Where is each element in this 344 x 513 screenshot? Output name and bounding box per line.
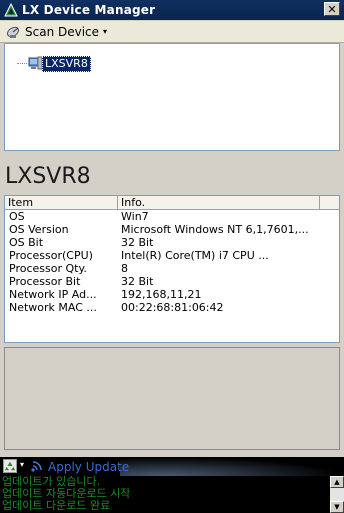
item-cell: Processor(CPU): [9, 249, 93, 262]
item-cell: Network MAC ...: [9, 301, 97, 314]
item-cell: Network IP Ad...: [9, 288, 97, 301]
info-cell: 32 Bit: [121, 275, 154, 288]
app-logo-icon: [4, 3, 18, 17]
close-button[interactable]: ✕: [324, 2, 340, 16]
item-cell: OS Bit: [9, 236, 44, 249]
column-header-info[interactable]: Info.: [118, 196, 320, 210]
item-cell: OS: [9, 210, 25, 223]
recycle-icon[interactable]: [3, 459, 17, 473]
scan-device-label: Scan Device: [25, 24, 100, 39]
column-header-filler: [320, 196, 339, 210]
scroll-up-button[interactable]: ▲: [330, 476, 344, 488]
chevron-down-icon[interactable]: ▾: [20, 460, 24, 469]
wireless-signal-icon: [31, 461, 42, 472]
update-log: 업데이트가 있습니다. 업데이트 자동다운로드 시작 업데이트 다운로드 완료 …: [0, 476, 344, 513]
info-cell: 32 Bit: [121, 236, 154, 249]
info-cell: Microsoft Windows NT 6,1,7601,...: [121, 223, 309, 236]
apply-update-button[interactable]: Apply Update: [48, 460, 129, 474]
info-cell: Win7: [121, 210, 149, 223]
table-row[interactable]: Processor Qty. 8: [5, 262, 339, 275]
info-cell: Intel(R) Core(TM) i7 CPU ...: [121, 249, 269, 262]
device-name-heading: LXSVR8: [5, 164, 91, 189]
item-cell: OS Version: [9, 223, 69, 236]
table-row[interactable]: Network MAC ... 00:22:68:81:06:42: [5, 301, 339, 314]
info-cell: 00:22:68:81:06:42: [121, 301, 224, 314]
scan-device-button[interactable]: Scan Device ▾: [6, 23, 107, 40]
table-row[interactable]: Processor Bit 32 Bit: [5, 275, 339, 288]
chevron-down-icon: ▾: [103, 27, 108, 36]
log-scrollbar[interactable]: ▲ ▼: [330, 476, 344, 513]
scroll-down-button[interactable]: ▼: [330, 501, 344, 513]
info-cell: 8: [121, 262, 128, 275]
table-row[interactable]: OS Bit 32 Bit: [5, 236, 339, 249]
item-cell: Processor Qty.: [9, 262, 87, 275]
tree-node-lxsvr8[interactable]: LXSVR8: [42, 56, 91, 72]
table-row[interactable]: Processor(CPU) Intel(R) Core(TM) i7 CPU …: [5, 249, 339, 262]
column-header-item[interactable]: Item: [5, 196, 118, 210]
table-row[interactable]: Network IP Ad... 192,168,11,21: [5, 288, 339, 301]
device-tree[interactable]: LXSVR8: [4, 43, 340, 151]
item-cell: Processor Bit: [9, 275, 81, 288]
device-info-table: Item Info. OS Win7 OS Version Microsoft …: [4, 195, 340, 343]
log-line: 업데이트 다운로드 완료: [2, 499, 111, 512]
table-row[interactable]: OS Version Microsoft Windows NT 6,1,7601…: [5, 223, 339, 236]
update-bar: ▾ Apply Update: [0, 457, 344, 476]
update-bar-glow: [120, 457, 344, 476]
satellite-dish-icon: [6, 26, 20, 38]
server-icon: [28, 56, 43, 70]
window-title: LX Device Manager: [22, 3, 156, 17]
table-row[interactable]: OS Win7: [5, 210, 339, 223]
toolbar: Scan Device ▾: [0, 21, 344, 43]
tree-connector: [17, 63, 27, 64]
detail-panel: [4, 347, 340, 450]
title-bar: LX Device Manager ✕: [0, 0, 344, 20]
info-cell: 192,168,11,21: [121, 288, 202, 301]
